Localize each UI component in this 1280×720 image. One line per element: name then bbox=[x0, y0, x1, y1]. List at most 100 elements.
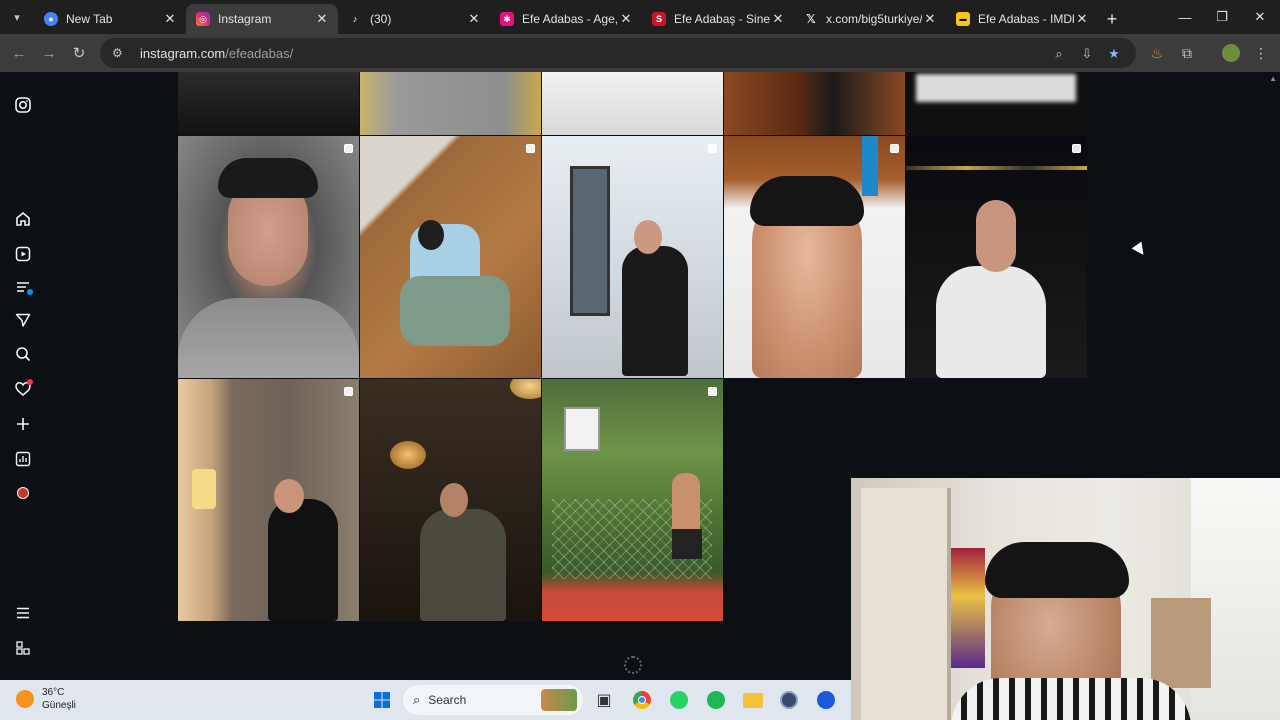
tab-title: Efe Adabas - Age, Bi bbox=[522, 12, 618, 26]
post-thumbnail[interactable] bbox=[360, 379, 541, 621]
search-highlight-icon bbox=[541, 689, 577, 711]
sun-icon bbox=[16, 690, 34, 708]
extension-flame-icon[interactable]: ♨ bbox=[1142, 38, 1172, 68]
window-close-icon[interactable]: ✕ bbox=[1241, 0, 1279, 34]
more-hamburger-icon[interactable] bbox=[11, 601, 35, 625]
tab-title: Efe Adabaş - Sinema bbox=[674, 12, 770, 26]
tab-efe-age[interactable]: ✱ Efe Adabas - Age, Bi ✕ bbox=[490, 4, 642, 34]
windows-taskbar: 36°C Güneşli ⌕ Search ▣ bbox=[0, 680, 851, 720]
close-icon[interactable]: ✕ bbox=[162, 11, 178, 27]
dashboard-icon[interactable] bbox=[11, 447, 35, 471]
spotify-icon[interactable] bbox=[702, 686, 730, 714]
minimize-icon[interactable]: — bbox=[1166, 0, 1204, 34]
file-explorer-icon[interactable] bbox=[739, 686, 767, 714]
more-menu-icon[interactable]: ⋮ bbox=[1246, 38, 1276, 68]
post-thumbnail[interactable] bbox=[906, 72, 1087, 135]
tiktok-icon: ♪ bbox=[352, 14, 358, 24]
restore-icon[interactable]: ❐ bbox=[1203, 0, 1241, 34]
home-icon[interactable] bbox=[11, 207, 35, 231]
url-path: /efeadabas/ bbox=[225, 45, 294, 61]
tab-tiktok[interactable]: ♪ (30) ✕ bbox=[338, 4, 490, 34]
site-info-icon[interactable]: ⚙ bbox=[112, 46, 128, 60]
forward-icon[interactable]: → bbox=[34, 38, 64, 68]
unread-badge bbox=[27, 289, 33, 295]
messages-icon[interactable] bbox=[11, 308, 35, 332]
post-thumbnail[interactable] bbox=[542, 379, 723, 621]
tab-efe-sinema[interactable]: S Efe Adabaş - Sinema ✕ bbox=[642, 4, 794, 34]
multi-photo-icon bbox=[708, 144, 717, 153]
post-thumbnail[interactable] bbox=[178, 136, 359, 378]
ea-app-icon[interactable] bbox=[812, 686, 840, 714]
post-thumbnail[interactable] bbox=[360, 72, 541, 135]
weather-description: Güneşli bbox=[42, 700, 76, 711]
mouse-cursor-icon bbox=[1131, 241, 1149, 259]
instagram-icon: ◎ bbox=[196, 12, 210, 26]
tab-new-tab[interactable]: ● New Tab ✕ bbox=[34, 4, 186, 34]
chrome-taskbar-icon[interactable] bbox=[628, 686, 656, 714]
chrome-icon: ● bbox=[44, 12, 58, 26]
multi-photo-icon bbox=[708, 387, 717, 396]
also-from-meta-icon[interactable] bbox=[11, 636, 35, 660]
weather-widget[interactable]: 36°C Güneşli bbox=[16, 686, 76, 712]
search-icon[interactable] bbox=[11, 342, 35, 366]
notification-dot bbox=[27, 379, 33, 385]
post-thumbnail[interactable] bbox=[724, 72, 905, 135]
close-icon[interactable]: ✕ bbox=[770, 11, 786, 27]
profile-avatar-icon[interactable] bbox=[11, 481, 35, 505]
multi-photo-icon bbox=[1072, 144, 1081, 153]
tab-title: x.com/big5turkiye/st bbox=[826, 12, 922, 26]
scroll-up-icon[interactable]: ▲ bbox=[1269, 74, 1277, 83]
extensions-puzzle-icon[interactable]: ⧉ bbox=[1172, 38, 1202, 68]
url-host: instagram.com bbox=[140, 45, 226, 61]
close-icon[interactable]: ✕ bbox=[1074, 11, 1090, 27]
multi-photo-icon bbox=[526, 144, 535, 153]
multi-photo-icon bbox=[344, 144, 353, 153]
post-thumbnail[interactable] bbox=[906, 136, 1087, 378]
reload-icon[interactable]: ↻ bbox=[64, 38, 94, 68]
close-icon[interactable]: ✕ bbox=[314, 11, 330, 27]
instagram-sidebar bbox=[0, 72, 46, 680]
loading-spinner-icon bbox=[624, 656, 642, 674]
zoom-icon[interactable]: ⌕ bbox=[1050, 45, 1068, 63]
close-icon[interactable]: ✕ bbox=[922, 11, 938, 27]
instagram-logo-icon[interactable] bbox=[11, 93, 35, 117]
tab-title: New Tab bbox=[66, 12, 113, 26]
webcam-overlay bbox=[851, 478, 1280, 720]
task-view-icon[interactable]: ▣ bbox=[590, 686, 618, 714]
tab-search-icon[interactable]: ▾ bbox=[0, 0, 34, 34]
notifications-heart-icon[interactable] bbox=[11, 377, 35, 401]
browser-toolbar: ← → ↻ ⚙ instagram.com /efeadabas/ ⌕ ⇩ ★ … bbox=[0, 34, 1280, 72]
bookmark-star-icon[interactable]: ★ bbox=[1105, 45, 1123, 63]
post-thumbnail[interactable] bbox=[360, 136, 541, 378]
x-icon: 𝕏 bbox=[806, 12, 816, 26]
weather-temperature: 36°C bbox=[42, 687, 65, 698]
tab-imdb[interactable]: ▬ Efe Adabas - IMDb ✕ bbox=[946, 4, 1098, 34]
close-icon[interactable]: ✕ bbox=[618, 11, 634, 27]
tab-title: (30) bbox=[370, 12, 392, 26]
post-thumbnail[interactable] bbox=[178, 379, 359, 621]
tab-x[interactable]: 𝕏 x.com/big5turkiye/st ✕ bbox=[794, 4, 946, 34]
post-thumbnail[interactable] bbox=[724, 136, 905, 378]
close-icon[interactable]: ✕ bbox=[466, 11, 482, 27]
profile-avatar[interactable] bbox=[1216, 38, 1246, 68]
multi-photo-icon bbox=[344, 387, 353, 396]
app-circle-icon[interactable] bbox=[775, 686, 803, 714]
taskbar-search[interactable]: ⌕ Search bbox=[403, 685, 583, 715]
whatsapp-icon[interactable] bbox=[665, 686, 693, 714]
sinema-icon: S bbox=[652, 12, 666, 26]
imdb-icon: ▬ bbox=[956, 12, 970, 26]
install-app-icon[interactable]: ⇩ bbox=[1078, 45, 1096, 63]
browser-tab-strip: ▾ ● New Tab ✕ ◎ Instagram ✕ ♪ (30) ✕ ✱ E… bbox=[0, 0, 1280, 34]
threads-feed-icon[interactable] bbox=[11, 275, 35, 299]
back-icon[interactable]: ← bbox=[4, 38, 34, 68]
post-thumbnail[interactable] bbox=[542, 72, 723, 135]
tab-instagram[interactable]: ◎ Instagram ✕ bbox=[186, 4, 338, 34]
post-thumbnail[interactable] bbox=[178, 72, 359, 135]
reels-icon[interactable] bbox=[11, 242, 35, 266]
multi-photo-icon bbox=[890, 144, 899, 153]
address-bar[interactable]: ⚙ instagram.com /efeadabas/ ⌕ ⇩ ★ bbox=[100, 38, 1136, 68]
windows-start-icon[interactable] bbox=[368, 686, 396, 714]
post-thumbnail[interactable] bbox=[542, 136, 723, 378]
create-plus-icon[interactable] bbox=[11, 412, 35, 436]
new-tab-button[interactable]: + bbox=[1098, 4, 1126, 34]
